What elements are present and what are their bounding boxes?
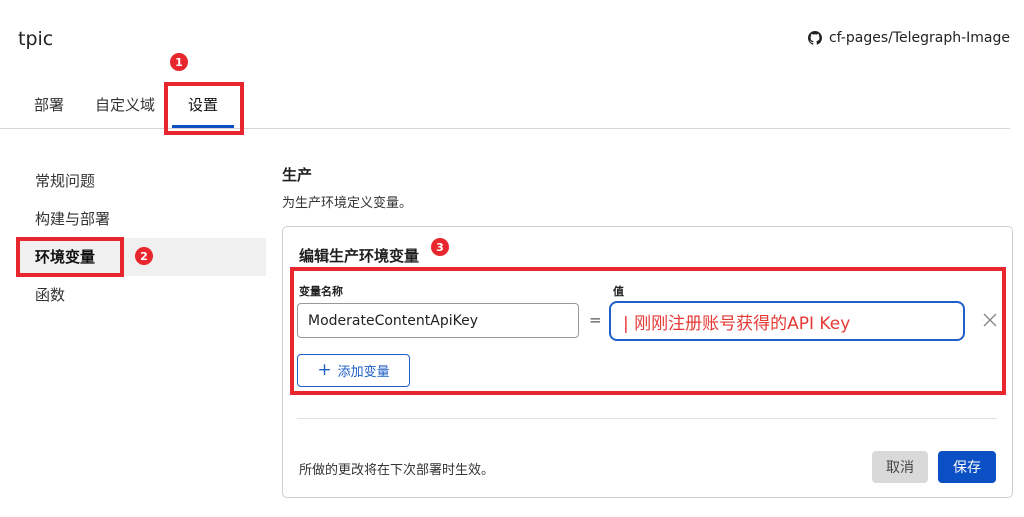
- tab-bar: 部署 自定义域 设置: [0, 88, 1010, 129]
- repo-link-label: cf-pages/Telegraph-Image: [828, 30, 1010, 46]
- section-title: 生产: [282, 166, 313, 184]
- annotation-box-settings-tab: [164, 82, 244, 135]
- save-button[interactable]: 保存: [938, 451, 996, 483]
- tab-deployments[interactable]: 部署: [34, 94, 64, 115]
- github-icon: [807, 31, 822, 45]
- annotation-box-variable-row: [290, 267, 1006, 395]
- sidebar-item-functions[interactable]: 函数: [18, 276, 266, 314]
- annotation-badge-3: 3: [431, 238, 449, 256]
- footer-note: 所做的更改将在下次部署时生效。: [299, 463, 495, 478]
- sidebar-item-general[interactable]: 常规问题: [18, 162, 266, 200]
- sidebar-item-build-deploy[interactable]: 构建与部署: [18, 200, 266, 238]
- section-description: 为生产环境定义变量。: [282, 196, 413, 211]
- cancel-button[interactable]: 取消: [872, 451, 928, 483]
- repo-link[interactable]: cf-pages/Telegraph-Image: [807, 30, 1010, 46]
- project-title: tpic: [18, 28, 54, 50]
- annotation-box-env-vars: [16, 237, 124, 277]
- annotation-badge-2: 2: [135, 247, 153, 265]
- tab-custom-domains[interactable]: 自定义域: [95, 94, 155, 115]
- annotation-badge-1: 1: [170, 53, 188, 71]
- card-title: 编辑生产环境变量: [299, 247, 420, 265]
- divider: [297, 418, 997, 419]
